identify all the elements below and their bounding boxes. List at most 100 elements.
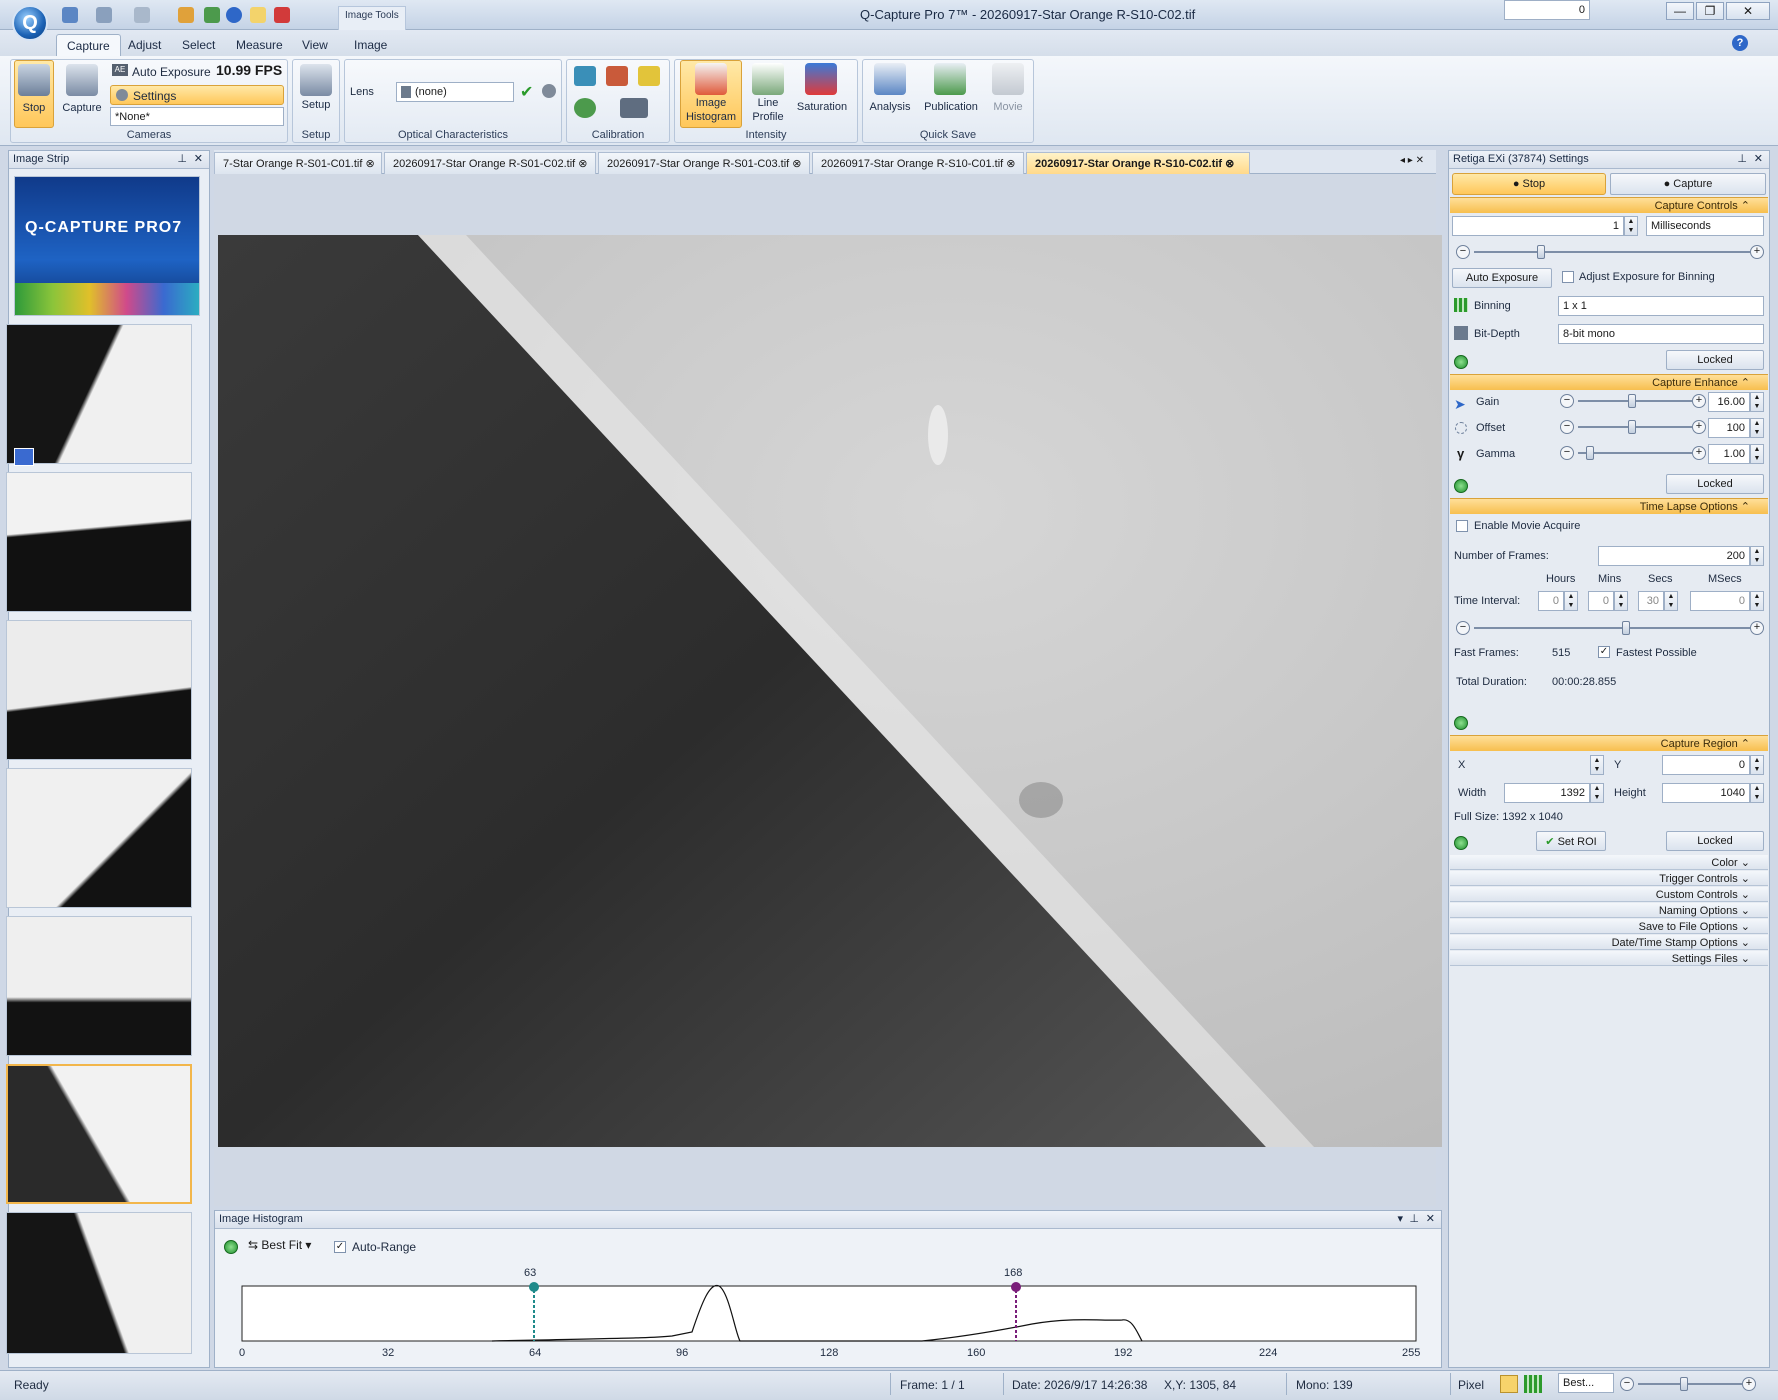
y-field[interactable]: 0: [1662, 755, 1750, 775]
gamma-slider-track[interactable]: [1578, 452, 1692, 454]
interval-slider-thumb[interactable]: [1622, 621, 1630, 635]
tab-select[interactable]: Select: [172, 34, 225, 56]
info-icon[interactable]: [226, 7, 242, 23]
close-button[interactable]: ✕: [1726, 2, 1770, 20]
capture-controls-lock-select[interactable]: Locked: [1666, 350, 1764, 370]
microscope-image[interactable]: [218, 235, 1442, 1147]
thumbnail-3[interactable]: [6, 620, 192, 760]
print-icon[interactable]: [204, 7, 220, 23]
capture-controls-header[interactable]: Capture Controls ⌃: [1450, 197, 1768, 213]
reset-enhance-icon[interactable]: [1454, 479, 1468, 493]
gamma-spinner[interactable]: ▲ ▼: [1750, 444, 1764, 464]
section-save-to-file[interactable]: Save to File Options ⌄: [1450, 919, 1768, 934]
msecs-spinner[interactable]: ▲ ▼: [1750, 591, 1764, 611]
x-field[interactable]: 0: [1504, 0, 1590, 20]
tab-adjust[interactable]: Adjust: [118, 34, 171, 56]
enable-movie-checkbox[interactable]: [1456, 520, 1468, 532]
secs-spinner[interactable]: ▲ ▼: [1664, 591, 1678, 611]
tab-measure[interactable]: Measure: [226, 34, 293, 56]
capture-enhance-header[interactable]: Capture Enhance ⌃: [1450, 374, 1768, 390]
publication-label[interactable]: Publication: [918, 101, 984, 113]
capture-enhance-lock-select[interactable]: Locked: [1666, 474, 1764, 494]
preset-select[interactable]: *None*: [110, 107, 284, 126]
offset-increase-icon[interactable]: +: [1692, 420, 1706, 434]
saturation-icon[interactable]: [805, 63, 837, 95]
thumbnail-7[interactable]: [6, 1212, 192, 1354]
section-settings-files[interactable]: Settings Files ⌄: [1450, 951, 1768, 966]
gain-spinner[interactable]: ▲ ▼: [1750, 392, 1764, 412]
line-profile-icon[interactable]: [752, 63, 784, 95]
help-icon[interactable]: ?: [1732, 35, 1748, 51]
time-lapse-header[interactable]: Time Lapse Options ⌃: [1450, 498, 1768, 514]
section-datetime-stamp[interactable]: Date/Time Stamp Options ⌄: [1450, 935, 1768, 950]
gamma-slider-thumb[interactable]: [1586, 446, 1594, 460]
thumbnail-6-selected[interactable]: [6, 1064, 192, 1204]
pin-icon[interactable]: ⊥: [177, 152, 187, 165]
msecs-field[interactable]: 0: [1690, 591, 1750, 611]
pin-icon[interactable]: ⊥: [1409, 1212, 1419, 1225]
height-spinner[interactable]: ▲ ▼: [1750, 783, 1764, 803]
refresh-calibration-icon[interactable]: [574, 98, 596, 118]
offset-field[interactable]: 100: [1708, 418, 1750, 438]
exposure-spinner[interactable]: ▲ ▼: [1624, 216, 1638, 236]
doc-tab-1[interactable]: 7-Star Orange R-S01-C01.tif ⊗: [214, 152, 382, 174]
maximize-button[interactable]: ❐: [1696, 2, 1724, 20]
settings-stop-button[interactable]: ● Stop: [1452, 173, 1606, 195]
reset-controls-icon[interactable]: [1454, 355, 1468, 369]
close-icon[interactable]: ✕: [1426, 1212, 1435, 1225]
zoom-select[interactable]: Best...: [1558, 1373, 1614, 1393]
width-field[interactable]: 1392: [1504, 783, 1590, 803]
set-roi-button[interactable]: ✔ Set ROI: [1536, 831, 1606, 851]
calibrate-icon[interactable]: [574, 66, 596, 86]
lens-select[interactable]: (none): [396, 82, 514, 102]
mins-spinner[interactable]: ▲ ▼: [1614, 591, 1628, 611]
gamma-decrease-icon[interactable]: −: [1560, 446, 1574, 460]
redo-icon[interactable]: [134, 7, 150, 23]
width-spinner[interactable]: ▲ ▼: [1590, 783, 1604, 803]
gamma-increase-icon[interactable]: +: [1692, 446, 1706, 460]
thumbnail-logo[interactable]: Q-CAPTURE PRO7: [14, 176, 200, 316]
fit-select[interactable]: ⇆ Best Fit ▾: [248, 1238, 328, 1258]
hours-spinner[interactable]: ▲ ▼: [1564, 591, 1578, 611]
dropdown-icon[interactable]: ▾: [1397, 1212, 1403, 1225]
doc-tab-5-active[interactable]: 20260917-Star Orange R-S10-C02.tif ⊗: [1026, 152, 1250, 174]
offset-decrease-icon[interactable]: −: [1560, 420, 1574, 434]
undo-icon[interactable]: [96, 7, 112, 23]
doc-tab-4[interactable]: 20260917-Star Orange R-S10-C01.tif ⊗: [812, 152, 1024, 174]
zoom-slider-track[interactable]: [1638, 1383, 1742, 1385]
section-naming-options[interactable]: Naming Options ⌄: [1450, 903, 1768, 918]
analysis-label[interactable]: Analysis: [864, 101, 916, 113]
doc-tab-2[interactable]: 20260917-Star Orange R-S01-C02.tif ⊗: [384, 152, 596, 174]
pin-icon[interactable]: ⊥: [1737, 152, 1747, 165]
setup-camera-icon[interactable]: [300, 64, 332, 96]
gain-increase-icon[interactable]: +: [1692, 394, 1706, 408]
section-color[interactable]: Color ⌄: [1450, 855, 1768, 870]
zoom-slider-thumb[interactable]: [1680, 1377, 1688, 1391]
gamma-field[interactable]: 1.00: [1708, 444, 1750, 464]
gain-decrease-icon[interactable]: −: [1560, 394, 1574, 408]
ruler-icon[interactable]: [638, 66, 660, 86]
hours-field[interactable]: 0: [1538, 591, 1564, 611]
close-icon[interactable]: ✕: [1754, 152, 1763, 165]
section-custom-controls[interactable]: Custom Controls ⌄: [1450, 887, 1768, 902]
interval-decrease-icon[interactable]: −: [1456, 621, 1470, 635]
zoom-in-icon[interactable]: +: [1742, 1377, 1756, 1391]
analysis-icon[interactable]: [874, 63, 906, 95]
exposure-field[interactable]: 1: [1452, 216, 1624, 236]
tab-capture[interactable]: Capture: [56, 34, 121, 56]
exposure-unit-select[interactable]: Milliseconds: [1646, 216, 1764, 236]
new-icon[interactable]: [62, 7, 78, 23]
delete-icon[interactable]: [274, 7, 290, 23]
capture-button-label[interactable]: Capture: [58, 102, 106, 114]
pointer-icon[interactable]: [250, 7, 266, 23]
capture-region-lock-select[interactable]: Locked: [1666, 831, 1764, 851]
line-profile-label-1[interactable]: Line: [744, 97, 792, 109]
reset-region-icon[interactable]: [1454, 836, 1468, 850]
setup-button[interactable]: Setup: [292, 99, 340, 111]
interval-increase-icon[interactable]: +: [1750, 621, 1764, 635]
saturation-label[interactable]: Saturation: [792, 101, 852, 113]
image-view-icon[interactable]: [1500, 1375, 1518, 1393]
offset-slider-thumb[interactable]: [1628, 420, 1636, 434]
refresh-icon[interactable]: [224, 1240, 238, 1254]
gain-slider-thumb[interactable]: [1628, 394, 1636, 408]
